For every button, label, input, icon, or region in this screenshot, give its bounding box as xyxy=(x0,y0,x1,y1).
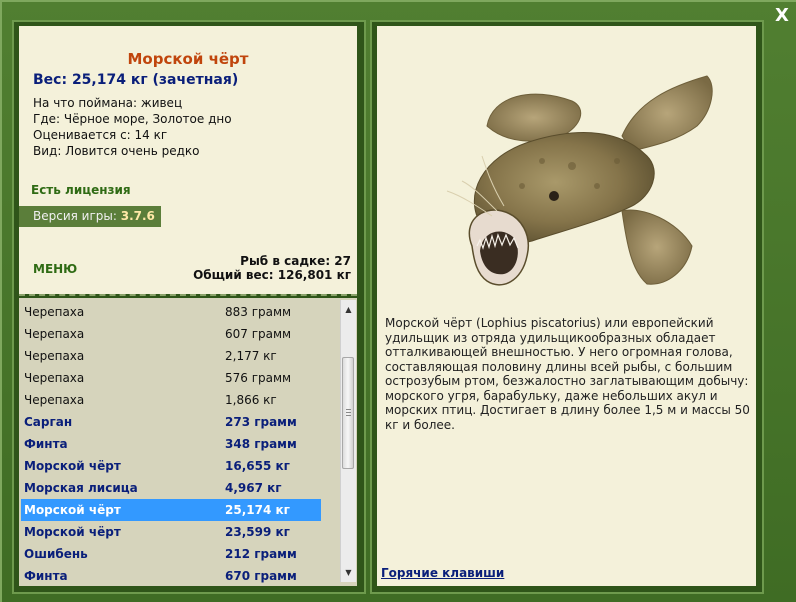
list-item-name: Сарган xyxy=(24,415,73,429)
bait-info: На что поймана: живец xyxy=(33,96,183,110)
list-item[interactable]: Морской чёрт 25,174 кг xyxy=(21,499,321,521)
catch-list[interactable]: Черепаха 883 грамм Черепаха 607 грамм Черепа… xyxy=(19,298,357,586)
list-item-weight: 16,655 кг xyxy=(225,459,290,473)
fish-title: Морской чёрт xyxy=(127,50,249,68)
menu-button[interactable]: МЕНЮ xyxy=(33,262,77,276)
version-value: 3.7.6 xyxy=(120,209,155,223)
fish-detail-panel: Морской чёрт (Lophius piscatorius) или е… xyxy=(377,26,756,586)
list-item-weight: 273 грамм xyxy=(225,415,297,429)
fish-weight: Вес: 25,174 кг (зачетная) xyxy=(33,72,239,88)
list-item-name: Черепаха xyxy=(24,327,85,341)
list-item[interactable]: Морской чёрт 16,655 кг xyxy=(21,455,321,477)
scroll-thumb[interactable] xyxy=(342,357,354,469)
rarity-info: Вид: Ловится очень редко xyxy=(33,144,200,158)
list-item-name: Морской чёрт xyxy=(24,525,121,539)
list-item-name: Финта xyxy=(24,437,68,451)
location-info: Где: Чёрное море, Золотое дно xyxy=(33,112,232,126)
scroll-down-icon[interactable]: ▼ xyxy=(341,565,356,580)
list-item-weight: 348 грамм xyxy=(225,437,297,451)
fish-count: Рыб в садке: 27 xyxy=(240,254,351,268)
list-item[interactable]: Черепаха 607 грамм xyxy=(21,323,321,345)
hotkeys-link[interactable]: Горячие клавиши xyxy=(381,566,504,580)
list-item[interactable]: Ошибень 212 грамм xyxy=(21,543,321,565)
list-item-name: Черепаха xyxy=(24,349,85,363)
list-item[interactable]: Морская лисица 4,967 кг xyxy=(21,477,321,499)
list-item-weight: 670 грамм xyxy=(225,569,297,583)
list-item-weight: 23,599 кг xyxy=(225,525,290,539)
list-item-name: Черепаха xyxy=(24,371,85,385)
list-item[interactable]: Морской чёрт 23,599 кг xyxy=(21,521,321,543)
list-item-name: Черепаха xyxy=(24,305,85,319)
list-item-weight: 1,866 кг xyxy=(225,393,277,407)
fish-description: Морской чёрт (Lophius piscatorius) или е… xyxy=(385,316,750,432)
list-item[interactable]: Сарган 273 грамм xyxy=(21,411,321,433)
list-item[interactable]: Черепаха 576 грамм xyxy=(21,367,321,389)
list-item-name: Финта xyxy=(24,569,68,583)
close-icon[interactable]: X xyxy=(772,6,792,26)
list-item[interactable]: Черепаха 2,177 кг xyxy=(21,345,321,367)
list-item-weight: 25,174 кг xyxy=(225,503,290,517)
keepnet-stats: Рыб в садке: 27 Общий вес: 126,801 кг xyxy=(193,254,351,282)
total-weight: Общий вес: 126,801 кг xyxy=(193,268,351,282)
list-item-name: Морской чёрт xyxy=(24,459,121,473)
list-item-weight: 4,967 кг xyxy=(225,481,282,495)
list-item-name: Черепаха xyxy=(24,393,85,407)
license-status: Есть лицензия xyxy=(31,183,131,197)
version-label: Версия игры: xyxy=(33,209,121,223)
list-scrollbar[interactable]: ▲ ▼ xyxy=(340,300,356,582)
list-item[interactable]: Черепаха 1,866 кг xyxy=(21,389,321,411)
list-item-weight: 212 грамм xyxy=(225,547,297,561)
valuation-info: Оценивается с: 14 кг xyxy=(33,128,168,142)
monkfish-image xyxy=(446,75,713,286)
list-item-weight: 883 грамм xyxy=(225,305,292,319)
list-item-weight: 607 грамм xyxy=(225,327,292,341)
list-item-weight: 576 грамм xyxy=(225,371,292,385)
list-item-weight: 2,177 кг xyxy=(225,349,277,363)
scroll-up-icon[interactable]: ▲ xyxy=(341,302,356,317)
list-item[interactable]: Финта 348 грамм xyxy=(21,433,321,455)
version-badge: Версия игры: 3.7.6 xyxy=(19,206,161,227)
divider xyxy=(19,294,357,296)
list-item[interactable]: Финта 670 грамм xyxy=(21,565,321,586)
list-item-name: Морской чёрт xyxy=(24,503,121,517)
list-item[interactable]: Черепаха 883 грамм xyxy=(21,301,321,323)
list-item-name: Морская лисица xyxy=(24,481,138,495)
fish-info-panel: Морской чёрт Вес: 25,174 кг (зачетная) Н… xyxy=(19,26,357,294)
list-item-name: Ошибень xyxy=(24,547,88,561)
